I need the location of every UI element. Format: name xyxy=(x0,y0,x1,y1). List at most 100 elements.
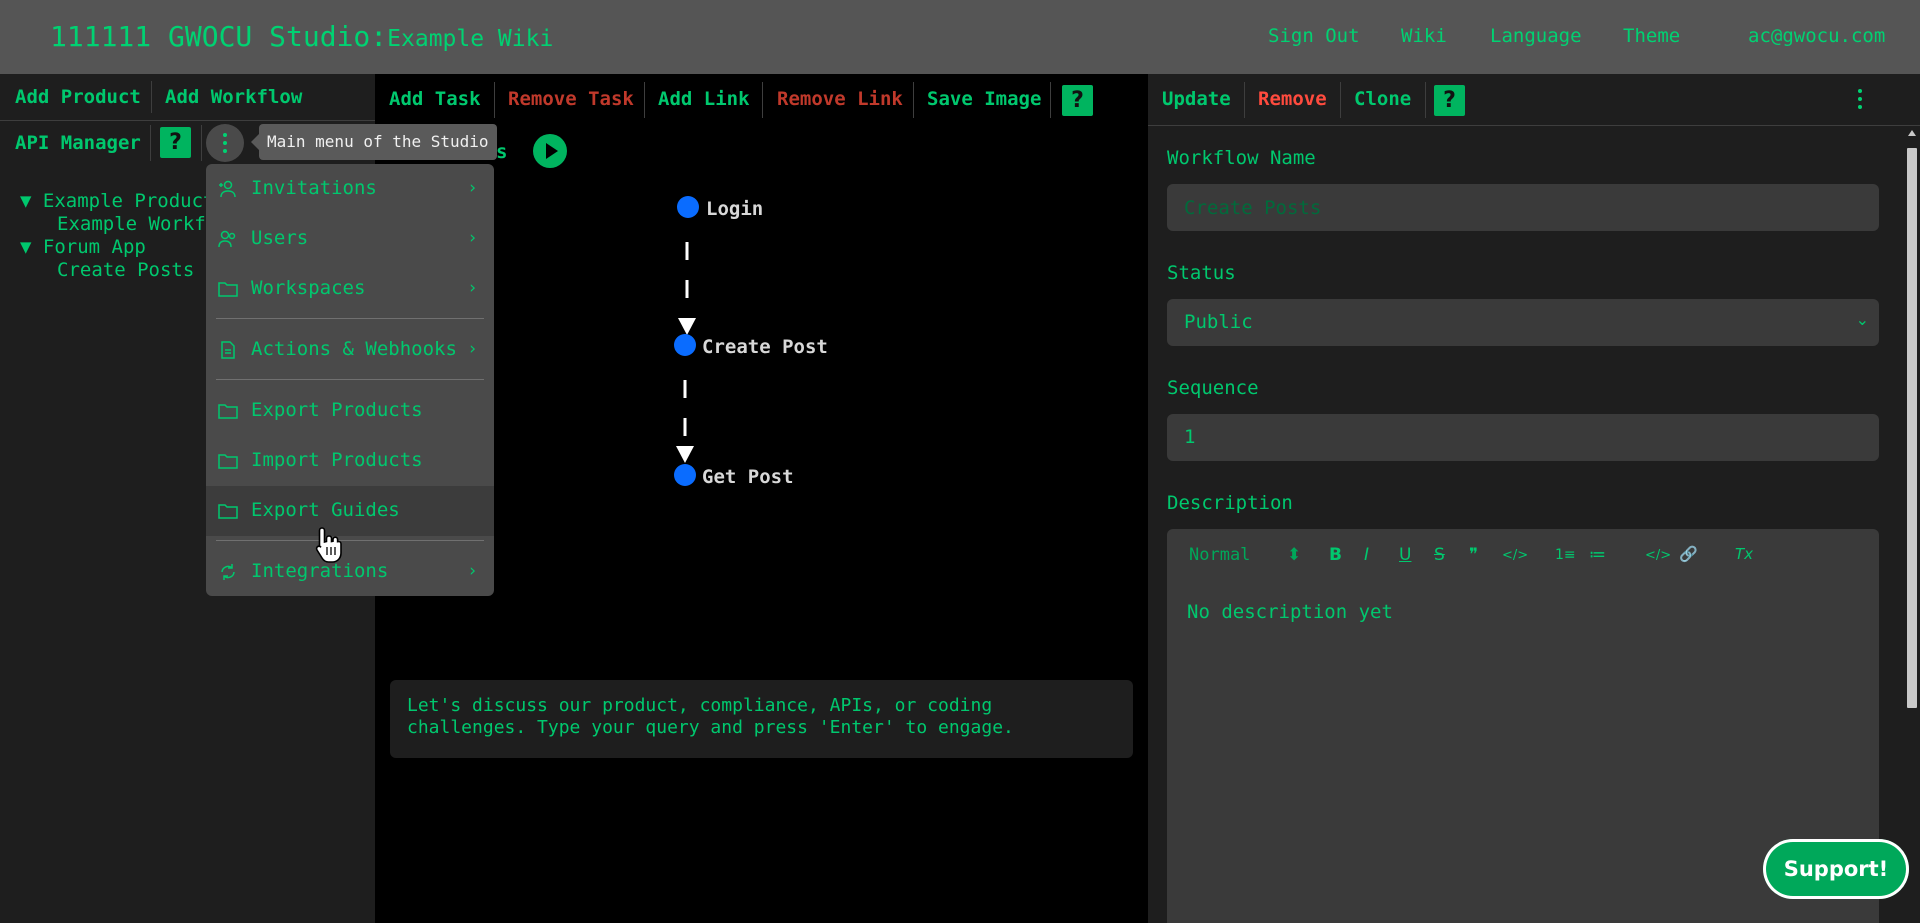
chevron-right-icon: › xyxy=(469,339,476,359)
clone-button[interactable]: Clone xyxy=(1354,88,1411,110)
divider xyxy=(0,120,375,121)
italic-button[interactable]: I xyxy=(1364,545,1369,565)
main-menu-button[interactable] xyxy=(206,124,244,162)
add-link-button[interactable]: Add Link xyxy=(658,88,750,110)
add-task-button[interactable]: Add Task xyxy=(389,88,481,110)
link-icon[interactable]: 🔗 xyxy=(1679,545,1698,563)
chevron-right-icon: › xyxy=(469,278,476,298)
add-workflow-button[interactable]: Add Workflow xyxy=(165,86,302,108)
underline-button[interactable]: U xyxy=(1399,545,1411,565)
menu-item-import-products[interactable]: Import Products xyxy=(206,436,494,486)
folder-icon xyxy=(218,404,238,419)
divider xyxy=(494,82,495,118)
menu-item-label: Actions & Webhooks xyxy=(251,338,457,360)
support-button[interactable]: Support! xyxy=(1763,839,1909,899)
menu-item-integrations[interactable]: Integrations › xyxy=(206,547,494,596)
scrollbar[interactable] xyxy=(1903,126,1920,923)
status-value: Public xyxy=(1184,311,1253,333)
clear-format-button[interactable]: Tx xyxy=(1735,545,1753,563)
document-icon xyxy=(221,341,235,359)
menu-item-users[interactable]: Users › xyxy=(206,214,494,264)
bold-button[interactable]: B xyxy=(1329,545,1342,565)
workflow-node-get-post xyxy=(674,464,696,486)
add-product-button[interactable]: Add Product xyxy=(15,86,141,108)
workflow-name-label: Workflow Name xyxy=(1167,147,1316,169)
language-link[interactable]: Language xyxy=(1490,25,1582,47)
app-subtitle: Example Wiki xyxy=(387,26,554,52)
menu-item-label: Export Products xyxy=(251,399,423,421)
tree-item-example-product[interactable]: ▼ Example Product xyxy=(20,190,214,212)
chevron-right-icon: › xyxy=(469,178,476,198)
divider xyxy=(1050,82,1051,118)
main-menu-tooltip: Main menu of the Studio xyxy=(251,124,497,160)
scroll-thumb[interactable] xyxy=(1907,148,1917,708)
sequence-value: 1 xyxy=(1184,426,1196,448)
main-menu-dropdown: Invitations › Users › Workspaces › Actio… xyxy=(206,164,494,596)
theme-link[interactable]: Theme xyxy=(1623,25,1680,47)
app-brand[interactable]: 111111 GWOCU Studio:Example Wiki xyxy=(50,20,553,53)
description-text: No description yet xyxy=(1187,601,1393,623)
menu-item-workspaces[interactable]: Workspaces › xyxy=(206,264,494,314)
folder-icon xyxy=(218,504,238,519)
scroll-up-icon[interactable] xyxy=(1908,130,1916,136)
divider xyxy=(762,82,763,118)
menu-item-label: Export Guides xyxy=(251,499,400,521)
wiki-link[interactable]: Wiki xyxy=(1401,25,1447,47)
strike-button[interactable]: S xyxy=(1434,545,1445,565)
menu-item-actions-webhooks[interactable]: Actions & Webhooks › xyxy=(206,325,494,375)
menu-item-invitations[interactable]: Invitations › xyxy=(206,164,494,214)
menu-item-label: Import Products xyxy=(251,449,423,471)
menu-divider xyxy=(216,540,484,541)
workflow-node-create-post xyxy=(674,334,696,356)
arrow-head-icon xyxy=(676,446,694,463)
divider xyxy=(151,81,152,113)
top-bar: 111111 GWOCU Studio:Example Wiki Sign Ou… xyxy=(0,0,1920,74)
menu-divider xyxy=(216,379,484,380)
play-button[interactable] xyxy=(533,134,567,168)
remove-task-button[interactable]: Remove Task xyxy=(508,88,634,110)
sign-out-link[interactable]: Sign Out xyxy=(1268,25,1360,47)
kebab-icon xyxy=(223,133,227,153)
workflow-name-input[interactable] xyxy=(1167,184,1879,231)
status-select[interactable]: Public ⌄ xyxy=(1167,299,1879,346)
remove-button[interactable]: Remove xyxy=(1258,88,1327,110)
tree-item-forum-app[interactable]: ▼ Forum App xyxy=(20,236,146,258)
description-label: Description xyxy=(1167,492,1293,514)
menu-item-export-guides[interactable]: Export Guides xyxy=(206,486,494,536)
update-button[interactable]: Update xyxy=(1162,88,1231,110)
app-title: 111111 GWOCU Studio: xyxy=(50,20,388,53)
bullet-list-button[interactable]: ≔ xyxy=(1589,545,1606,565)
save-image-button[interactable]: Save Image xyxy=(927,88,1041,110)
node-label-create-post[interactable]: Create Post xyxy=(702,336,828,358)
menu-item-export-products[interactable]: Export Products xyxy=(206,386,494,436)
node-label-login[interactable]: Login xyxy=(706,198,763,220)
menu-divider xyxy=(216,318,484,319)
arrow-head-icon xyxy=(678,318,696,335)
more-options-icon[interactable] xyxy=(1858,89,1862,111)
quote-button[interactable]: ❞ xyxy=(1469,545,1478,565)
api-manager-button[interactable]: API Manager xyxy=(15,132,141,154)
divider xyxy=(1425,82,1426,118)
sequence-input[interactable]: 1 xyxy=(1167,414,1879,461)
code-button[interactable]: </> xyxy=(1502,548,1528,563)
sync-icon xyxy=(221,564,235,580)
menu-item-label: Invitations xyxy=(251,177,377,199)
user-email-link[interactable]: ac@gwocu.com xyxy=(1748,25,1885,47)
remove-link-button[interactable]: Remove Link xyxy=(777,88,903,110)
help-button[interactable]: ? xyxy=(1434,85,1465,116)
heading-select[interactable]: Normal xyxy=(1189,545,1250,565)
ordered-list-button[interactable]: 1≡ xyxy=(1555,547,1576,563)
chevron-updown-icon: ⬍ xyxy=(1287,545,1302,565)
chevron-right-icon: › xyxy=(469,228,476,248)
tree-item-create-posts[interactable]: Create Posts xyxy=(57,259,194,281)
workflow-node-login xyxy=(677,196,699,218)
help-button[interactable]: ? xyxy=(1062,85,1093,116)
node-label-get-post[interactable]: Get Post xyxy=(702,466,794,488)
menu-item-label: Workspaces xyxy=(251,277,366,299)
divider xyxy=(913,82,914,118)
code-block-button[interactable]: </> xyxy=(1645,548,1671,563)
sequence-label: Sequence xyxy=(1167,377,1259,399)
folder-icon xyxy=(218,282,238,297)
help-button[interactable]: ? xyxy=(160,127,191,158)
chat-prompt[interactable]: Let's discuss our product, compliance, A… xyxy=(390,680,1133,758)
